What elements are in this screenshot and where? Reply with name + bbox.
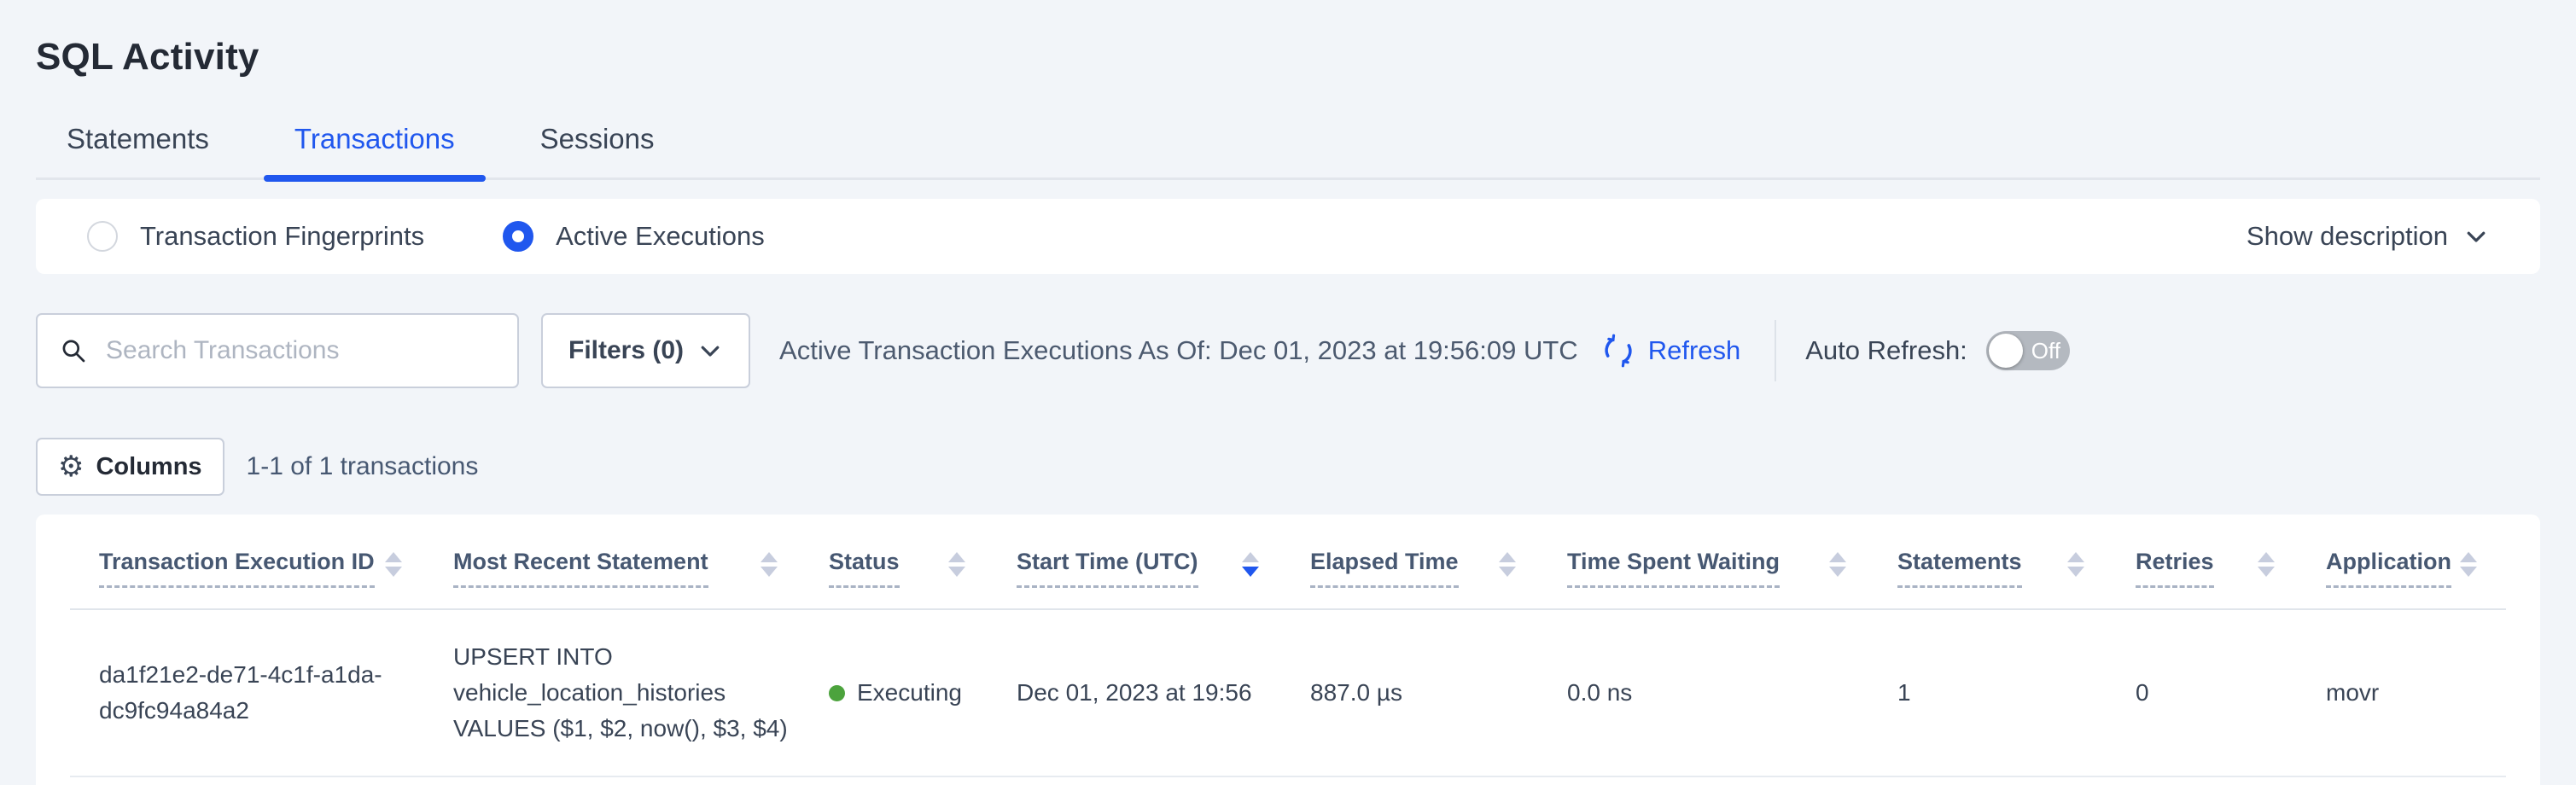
cell-most-recent-statement: UPSERT INTO vehicle_location_histories V… — [453, 609, 829, 776]
sort-icon[interactable] — [2460, 552, 2477, 577]
cell-transaction-execution-id[interactable]: da1f21e2-de71-4c1f-a1da-dc9fc94a84a2 — [70, 609, 453, 776]
column-header-transaction-execution-id[interactable]: Transaction Execution ID — [70, 515, 453, 609]
sort-icon[interactable] — [1499, 552, 1516, 577]
show-description-toggle[interactable]: Show description — [2247, 221, 2489, 252]
refresh-button[interactable]: Refresh — [1600, 333, 1741, 369]
column-header-retries[interactable]: Retries — [2136, 515, 2326, 609]
cell-start-time: Dec 01, 2023 at 19:56 — [1017, 609, 1310, 776]
column-header-status[interactable]: Status — [829, 515, 1017, 609]
table-header-row: Transaction Execution ID Most Recent Sta… — [70, 515, 2506, 609]
cell-statements: 1 — [1897, 609, 2136, 776]
column-header-statements[interactable]: Statements — [1897, 515, 2136, 609]
as-of-text: Active Transaction Executions As Of: Dec… — [779, 335, 1578, 366]
sort-icon[interactable] — [2067, 552, 2084, 577]
toggle-state-label: Off — [2031, 338, 2060, 364]
sql-activity-page: SQL Activity Statements Transactions Ses… — [0, 0, 2576, 785]
view-mode-panel: Transaction Fingerprints Active Executio… — [36, 199, 2540, 274]
sort-icon[interactable] — [385, 552, 402, 577]
columns-button[interactable]: ⚙ Columns — [36, 438, 224, 496]
status-executing-dot-icon — [829, 685, 845, 701]
transactions-table-panel: Transaction Execution ID Most Recent Sta… — [36, 515, 2540, 785]
search-icon — [58, 335, 89, 366]
vertical-divider — [1775, 320, 1776, 381]
column-header-most-recent-statement[interactable]: Most Recent Statement — [453, 515, 829, 609]
radio-active-executions[interactable]: Active Executions — [503, 221, 765, 252]
cell-status: Executing — [829, 609, 1017, 776]
radio-selected-icon — [503, 221, 533, 252]
refresh-label: Refresh — [1648, 335, 1741, 366]
cell-retries: 0 — [2136, 609, 2326, 776]
cell-application: movr — [2326, 609, 2506, 776]
table-meta-row: ⚙ Columns 1-1 of 1 transactions — [36, 438, 2540, 496]
filters-label: Filters (0) — [568, 336, 684, 365]
results-count: 1-1 of 1 transactions — [247, 452, 479, 481]
show-description-label: Show description — [2247, 221, 2448, 252]
gear-icon: ⚙ — [58, 452, 84, 481]
column-header-application[interactable]: Application — [2326, 515, 2506, 609]
toggle-knob-icon — [1989, 334, 2023, 368]
status-label: Executing — [857, 675, 962, 711]
chevron-down-icon — [2463, 224, 2489, 249]
cell-elapsed-time: 887.0 µs — [1310, 609, 1567, 776]
tab-statements[interactable]: Statements — [36, 123, 240, 177]
column-header-time-spent-waiting[interactable]: Time Spent Waiting — [1567, 515, 1897, 609]
cell-time-spent-waiting: 0.0 ns — [1567, 609, 1897, 776]
tab-bar: Statements Transactions Sessions — [36, 123, 2540, 180]
sort-icon[interactable] — [761, 552, 778, 577]
column-header-start-time[interactable]: Start Time (UTC) — [1017, 515, 1310, 609]
transactions-table: Transaction Execution ID Most Recent Sta… — [70, 515, 2506, 777]
radio-transaction-fingerprints[interactable]: Transaction Fingerprints — [87, 221, 424, 252]
sort-icon[interactable] — [948, 552, 965, 577]
controls-row: Filters (0) Active Transaction Execution… — [36, 313, 2540, 388]
auto-refresh-label: Auto Refresh: — [1805, 335, 1967, 366]
refresh-icon — [1600, 333, 1636, 369]
sort-icon[interactable] — [2258, 552, 2275, 577]
tab-transactions[interactable]: Transactions — [264, 123, 486, 177]
table-row: da1f21e2-de71-4c1f-a1da-dc9fc94a84a2 UPS… — [70, 609, 2506, 776]
search-input[interactable] — [106, 336, 497, 365]
column-header-elapsed-time[interactable]: Elapsed Time — [1310, 515, 1567, 609]
sort-icon[interactable] — [1829, 552, 1846, 577]
filters-button[interactable]: Filters (0) — [541, 313, 750, 388]
radio-label: Active Executions — [556, 221, 765, 252]
sort-icon-active-desc[interactable] — [1242, 552, 1259, 577]
chevron-down-icon — [697, 338, 723, 363]
auto-refresh-toggle[interactable]: Off — [1986, 331, 2070, 370]
radio-label: Transaction Fingerprints — [140, 221, 424, 252]
tab-sessions[interactable]: Sessions — [510, 123, 685, 177]
columns-button-label: Columns — [96, 453, 201, 481]
radio-unselected-icon — [87, 221, 118, 252]
search-box[interactable] — [36, 313, 519, 388]
page-title: SQL Activity — [36, 0, 2540, 78]
